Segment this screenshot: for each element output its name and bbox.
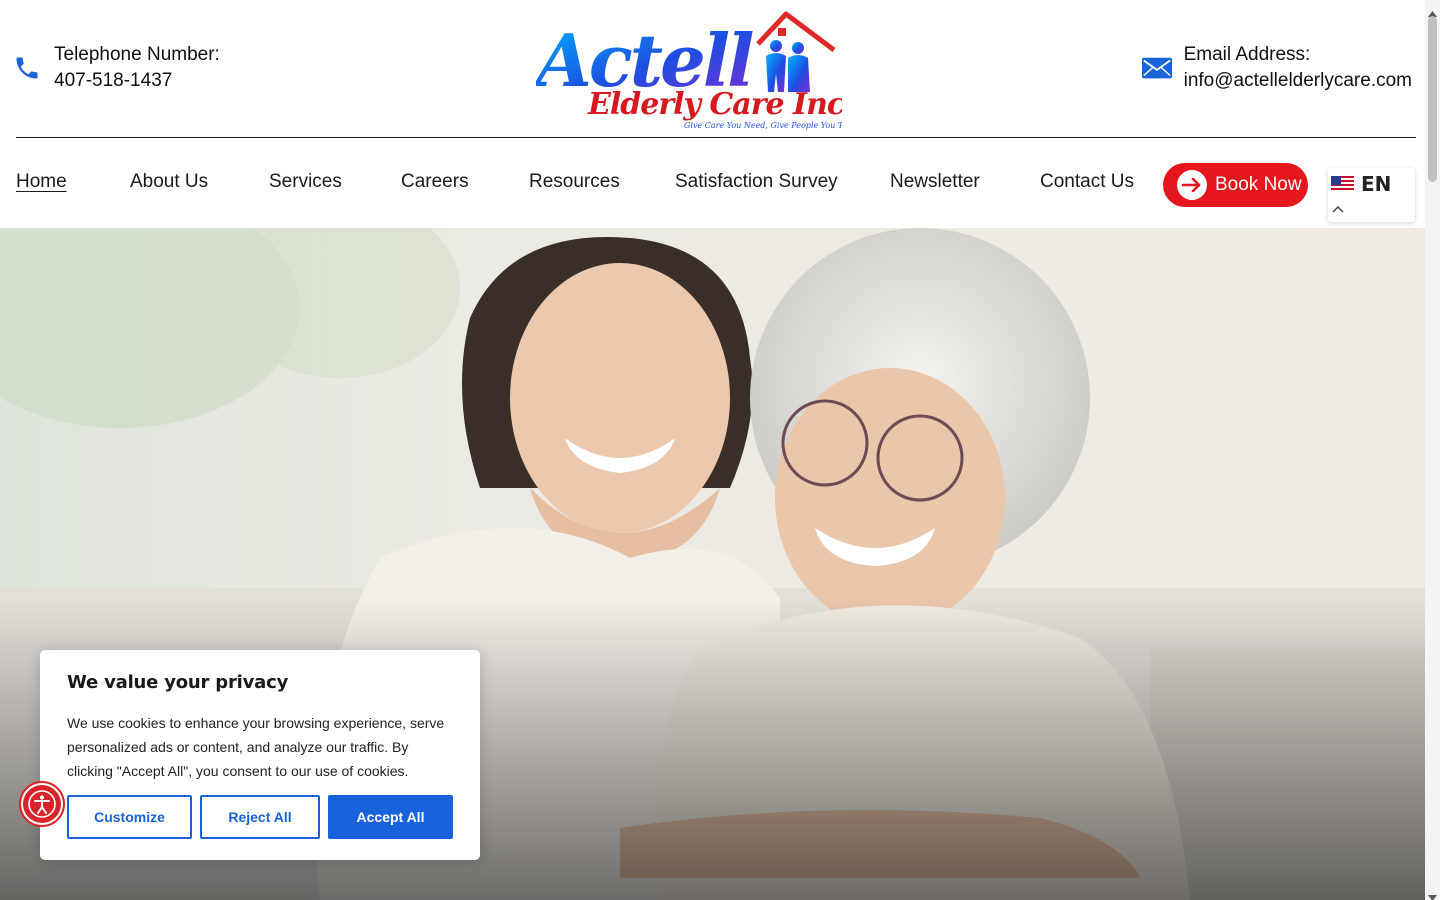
cookie-button-group: Customize Reject All Accept All bbox=[67, 795, 453, 839]
email-label: Email Address: bbox=[1183, 44, 1311, 65]
logo-tagline: Give Care You Need, Give People You Trus… bbox=[684, 121, 842, 130]
nav-item-about-us[interactable]: About Us bbox=[130, 171, 208, 193]
email-contact[interactable]: Email Address: info@actellelderlycare.co… bbox=[1141, 42, 1412, 94]
cookie-message: We use cookies to enhance your browsing … bbox=[67, 715, 445, 779]
language-switcher[interactable]: EN bbox=[1328, 168, 1415, 222]
nav-item-home[interactable]: Home bbox=[16, 171, 67, 193]
phone-label: Telephone Number: bbox=[54, 44, 220, 65]
accessibility-icon bbox=[23, 785, 61, 823]
phone-number[interactable]: 407-518-1437 bbox=[54, 68, 220, 94]
reject-all-button[interactable]: Reject All bbox=[200, 795, 320, 839]
nav-item-contact-us[interactable]: Contact Us bbox=[1040, 171, 1134, 193]
book-now-button[interactable]: Book Now bbox=[1163, 163, 1308, 207]
page-scrollbar[interactable] bbox=[1425, 0, 1440, 900]
actell-logo[interactable]: Actell Elderly Care Inc Give Care You Ne… bbox=[530, 8, 860, 134]
accessibility-button[interactable] bbox=[19, 781, 65, 827]
nav-item-newsletter[interactable]: Newsletter bbox=[890, 171, 980, 193]
chevron-up-icon bbox=[1332, 200, 1344, 213]
scroll-down-arrow-icon[interactable] bbox=[1428, 888, 1437, 900]
scrollbar-thumb[interactable] bbox=[1428, 16, 1437, 182]
scroll-up-arrow-icon[interactable] bbox=[1428, 4, 1437, 17]
language-code: EN bbox=[1361, 172, 1392, 196]
nav-item-services[interactable]: Services bbox=[269, 171, 342, 193]
envelope-icon bbox=[1141, 53, 1172, 83]
cookie-title: We value your privacy bbox=[67, 672, 289, 693]
top-contact-bar: Telephone Number: 407-518-1437 Actell El… bbox=[0, 0, 1424, 138]
logo-subtitle: Elderly Care Inc bbox=[587, 87, 842, 122]
book-now-label: Book Now bbox=[1215, 174, 1302, 195]
accept-all-button[interactable]: Accept All bbox=[328, 795, 453, 839]
email-address[interactable]: info@actellelderlycare.com bbox=[1184, 68, 1412, 94]
nav-item-careers[interactable]: Careers bbox=[401, 171, 469, 193]
nav-item-resources[interactable]: Resources bbox=[529, 171, 620, 193]
phone-contact[interactable]: Telephone Number: 407-518-1437 bbox=[12, 42, 220, 94]
customize-button[interactable]: Customize bbox=[67, 795, 192, 839]
nav-item-satisfaction-survey[interactable]: Satisfaction Survey bbox=[675, 171, 838, 193]
arrow-right-icon bbox=[1177, 170, 1207, 200]
us-flag-icon bbox=[1331, 176, 1354, 192]
cookie-consent-dialog: We value your privacy We use cookies to … bbox=[40, 650, 480, 860]
main-nav: Home About Us Services Careers Resources… bbox=[0, 138, 1424, 228]
phone-icon bbox=[12, 53, 42, 83]
